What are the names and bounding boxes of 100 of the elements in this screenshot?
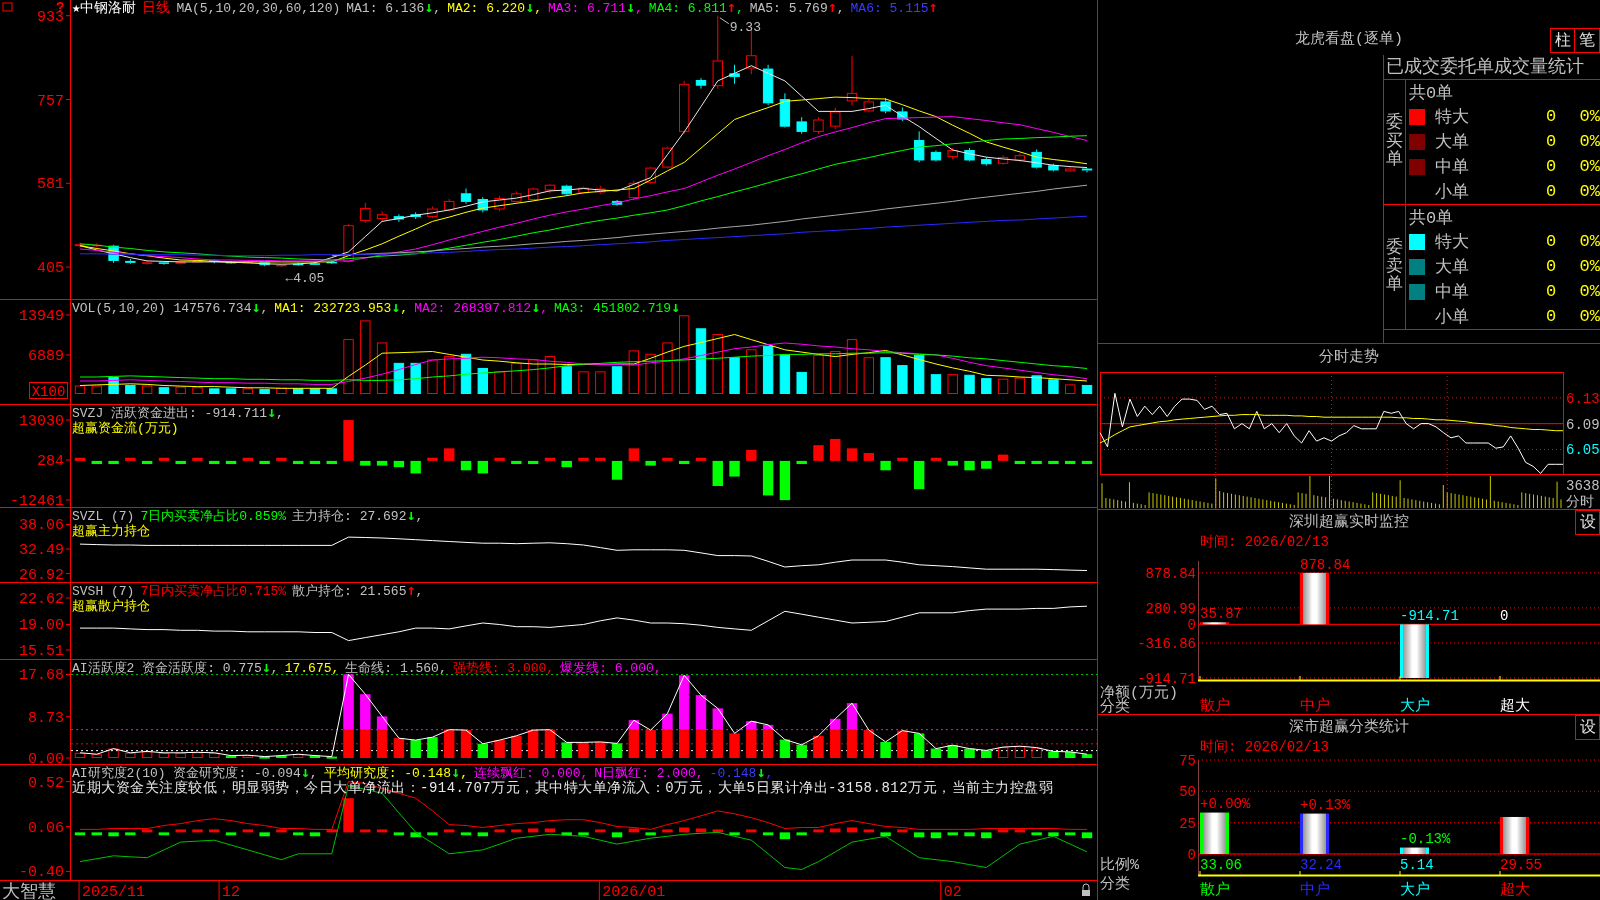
side-label: 委买单 bbox=[1386, 113, 1403, 171]
axis-label: 50 bbox=[1179, 784, 1196, 801]
indicator-value: VOL(5,10,20) 147576.734↓, bbox=[72, 300, 269, 316]
category-label: 大户 bbox=[1400, 698, 1430, 714]
stock-name: ★中钢洛耐 bbox=[72, 1, 137, 16]
value-label: 878.84 bbox=[1300, 556, 1351, 573]
axis-label: 3638 bbox=[1566, 478, 1600, 494]
side-label: 委卖单 bbox=[1386, 238, 1403, 296]
axis-label: 405 bbox=[37, 260, 64, 278]
value-label: 33.06 bbox=[1200, 857, 1242, 873]
axis-label: 0 bbox=[1187, 617, 1196, 634]
category-label: 中户 bbox=[1300, 882, 1330, 899]
order-size-label: 大单 bbox=[1435, 257, 1470, 278]
indicator-value: 连续飘红: 0.000, bbox=[473, 766, 589, 781]
order-count: 0 bbox=[1544, 282, 1558, 301]
order-count: 0 bbox=[1544, 132, 1558, 151]
indicator-value: MA5: 5.769↑, bbox=[749, 0, 845, 16]
axis-label: -316.86 bbox=[1137, 635, 1196, 652]
indicator-value: SVZJ 活跃资金进出: -914.711↓, bbox=[72, 405, 284, 421]
axis-label: 280.99 bbox=[1145, 600, 1196, 617]
category-label: 超大 bbox=[1500, 882, 1530, 899]
axis-title: 比例% bbox=[1100, 857, 1139, 874]
panel-title: 分时走势 bbox=[1319, 349, 1379, 367]
table-title: 已成交委托单成交量统计 bbox=[1384, 55, 1600, 80]
order-count: 0 bbox=[1544, 107, 1558, 126]
axis-label: 757 bbox=[37, 92, 64, 110]
change-label: +0.00% bbox=[1200, 795, 1251, 812]
panel-title: 龙虎看盘(逐单) bbox=[1295, 31, 1403, 50]
price-annotation: 9.33 bbox=[729, 19, 761, 35]
axis-label: -12461 bbox=[10, 493, 64, 507]
indicator-value: SVZL (7) bbox=[72, 509, 135, 524]
time-label: 时间: 2026/02/13 bbox=[1200, 739, 1329, 755]
indicator-value: MA2: 6.220↓, bbox=[447, 0, 542, 16]
indicator-value: 平均研究度: -0.148↓, bbox=[323, 765, 468, 781]
axis-label: 分时 bbox=[1566, 494, 1594, 509]
indicator-value: AI研究度2(10) 资金研究度: -0.094↓, bbox=[72, 765, 318, 781]
axis-label: 0.00 bbox=[28, 751, 64, 764]
order-size-label: 中单 bbox=[1435, 157, 1470, 178]
order-share: 0% bbox=[1578, 232, 1600, 251]
indicator-value: MA3: 6.711↓, bbox=[548, 0, 643, 16]
order-share: 0% bbox=[1578, 182, 1600, 201]
period-label: 日线 bbox=[142, 1, 171, 16]
value-label: 32.24 bbox=[1300, 857, 1342, 873]
order-size-label: 大单 bbox=[1435, 132, 1470, 153]
panel-title: 深市超赢分类统计 bbox=[1289, 718, 1409, 737]
indicator-value: MA3: 451802.719↓ bbox=[554, 300, 681, 316]
axis-label: 0.52 bbox=[28, 774, 64, 792]
indicator-value: 7日内买卖净占比0.715% bbox=[140, 584, 287, 599]
order-size-label: 小单 bbox=[1435, 307, 1470, 328]
axis-label: 581 bbox=[37, 176, 64, 194]
indicator-title: 超赢资金流(万元) bbox=[72, 421, 180, 436]
indicator-value: 生命线: 1.560, bbox=[345, 661, 447, 676]
axis-label: 8.73 bbox=[28, 709, 64, 727]
category-label: 大户 bbox=[1400, 882, 1430, 899]
axis-label: 17.68 bbox=[19, 667, 64, 685]
brand-label: 大智慧 bbox=[2, 882, 56, 900]
order-size-label: 小单 bbox=[1435, 182, 1470, 203]
category-label: 散户 bbox=[1200, 698, 1230, 714]
order-size-label: 中单 bbox=[1435, 282, 1470, 303]
indicator-title: 超赢主力持仓 bbox=[72, 524, 151, 539]
order-share: 0% bbox=[1578, 107, 1600, 126]
indicator-value: MA1: 232723.953↓, bbox=[274, 300, 409, 316]
indicator-value: -0.148↓, bbox=[709, 765, 774, 781]
axis-label: 6.13 bbox=[1566, 390, 1600, 407]
order-share: 0% bbox=[1578, 157, 1600, 176]
indicator-value: MA1: 6.136↓, bbox=[346, 0, 442, 16]
axis-label: 22.62 bbox=[19, 591, 64, 608]
indicator-value: N日飘红: 2.000, bbox=[594, 766, 704, 781]
date-label: 02 bbox=[943, 884, 962, 900]
axis-title: 分类 bbox=[1100, 876, 1130, 893]
order-count: 0 bbox=[1544, 232, 1558, 251]
order-count: 0 bbox=[1544, 307, 1558, 326]
value-label: 5.14 bbox=[1400, 857, 1434, 873]
axis-label: 6.05 bbox=[1566, 442, 1600, 459]
order-count: 0 bbox=[1544, 182, 1558, 201]
axis-label: -0.40 bbox=[19, 864, 64, 882]
change-label: +0.13% bbox=[1300, 796, 1351, 813]
indicator-value: AI活跃度2 资金活跃度: 0.775↓, bbox=[72, 660, 279, 676]
order-total: 共0单 bbox=[1409, 207, 1454, 229]
indicator-value: 散户持仓: 21.565↑, bbox=[292, 583, 424, 599]
indicator-value: MA4: 6.811↑, bbox=[648, 0, 744, 16]
value-label: -914.71 bbox=[1400, 608, 1459, 625]
axis-label: 25 bbox=[1179, 815, 1196, 832]
category-label: 中户 bbox=[1300, 698, 1330, 714]
indicator-value: 主力持仓: 27.692↓, bbox=[292, 508, 424, 524]
panel-title: 深圳超赢实时监控 bbox=[1289, 513, 1409, 532]
axis-label: 32.49 bbox=[19, 542, 64, 559]
order-count: 0 bbox=[1544, 257, 1558, 276]
indicator-value: MA6: 5.115↑ bbox=[850, 0, 938, 16]
date-label: 2026/01 bbox=[602, 884, 666, 900]
indicator-value: 爆发线: 6.000, bbox=[560, 661, 662, 676]
axis-label: 6.09 bbox=[1566, 416, 1600, 433]
unit-label: X100 bbox=[29, 382, 68, 400]
time-label: 时间: 2026/02/13 bbox=[1200, 534, 1329, 550]
value-label: 35.87 bbox=[1200, 606, 1242, 623]
axis-label: 6889 bbox=[28, 348, 64, 365]
order-share: 0% bbox=[1578, 132, 1600, 151]
axis-label: 284 bbox=[37, 453, 64, 470]
date-label: 2025/11 bbox=[82, 884, 146, 900]
axis-label: 26.92 bbox=[19, 566, 64, 582]
